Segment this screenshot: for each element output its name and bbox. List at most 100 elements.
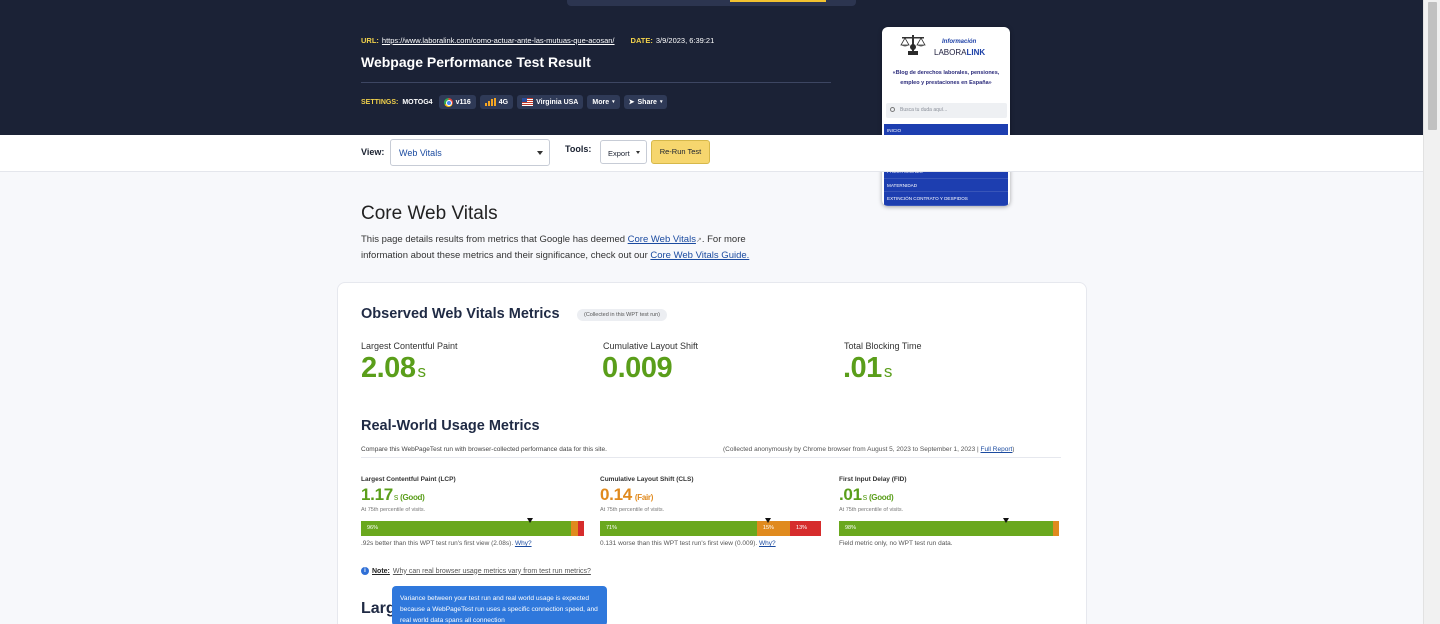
us-flag-icon	[522, 98, 534, 106]
search-placeholder: Busca tu duda aquí...	[900, 107, 948, 113]
tbt-label: Total Blocking Time	[844, 341, 922, 351]
rerun-test-button[interactable]: Re-Run Test	[651, 140, 710, 164]
brand-name-part-b: LINK	[966, 48, 986, 57]
percentile-marker-icon	[1003, 518, 1010, 523]
results-header	[0, 0, 1423, 135]
real-world-divider	[361, 457, 1061, 458]
export-button[interactable]: Export	[600, 140, 647, 164]
note-row: i Note: Why can real browser usage metri…	[361, 567, 591, 575]
location-name: Virginia USA	[536, 98, 579, 106]
distribution-segment: 71%	[600, 521, 757, 536]
chevron-down-icon: ▾	[612, 99, 615, 105]
distribution-segment: 15%	[756, 521, 791, 536]
view-label: View:	[361, 147, 385, 157]
connection-chip: 4G	[479, 95, 514, 109]
percentile-note: At 75th percentile of visits.	[600, 507, 665, 513]
share-button[interactable]: ➤ Share ▾	[623, 95, 668, 109]
view-select[interactable]: Web Vitals	[390, 139, 550, 166]
field-metric-value: 1.17s (Good)	[361, 485, 425, 505]
cls-number: 0.009	[602, 352, 673, 384]
chrome-icon	[443, 97, 453, 107]
more-button[interactable]: More ▾	[587, 95, 620, 109]
cls-label: Cumulative Layout Shift	[603, 341, 699, 351]
full-report-link[interactable]: Full Report	[981, 446, 1013, 453]
test-meta: URL: https://www.laboralink.com/como-actu…	[361, 36, 714, 45]
brand-name: LABORALINK	[934, 48, 985, 57]
export-label: Export	[608, 149, 630, 158]
distribution-segment	[571, 521, 578, 536]
field-metric-unit: s	[862, 492, 868, 502]
lcp-unit: s	[417, 362, 426, 381]
collection-text: (Collected anonymously by Chrome browser…	[723, 446, 981, 453]
test-date: 3/9/2023, 6:39:21	[655, 36, 715, 45]
brand-name-part-a: LABORA	[934, 48, 967, 57]
core-web-vitals-link[interactable]: Core Web Vitals	[628, 234, 696, 245]
title-divider	[361, 82, 831, 83]
browser-chip: v116	[438, 95, 476, 109]
percentile-note: At 75th percentile of visits.	[361, 507, 426, 513]
page-screenshot-thumbnail[interactable]: Información LABORALINK «Blog de derechos…	[882, 27, 1010, 206]
field-metric-unit: s	[393, 492, 399, 502]
brand-tagline: «Blog de derechos laborales, pensiones, …	[892, 70, 1000, 86]
tbt-number: .01	[843, 352, 882, 384]
distribution-segment	[578, 521, 584, 536]
menu-item-label: EXTINCIÓN CONTRATO Y DESPIDOS	[887, 196, 968, 202]
why-link[interactable]: Why?	[515, 540, 532, 547]
tools-label: Tools:	[565, 144, 592, 154]
comparison-text: 0.131 worse than this WPT test run's fir…	[600, 540, 758, 547]
device-name: MOTOG4	[402, 98, 433, 106]
tested-url-link[interactable]: https://www.laboralink.com/como-actuar-a…	[382, 36, 615, 45]
variance-info-link[interactable]: Why can real browser usage metrics vary …	[393, 568, 591, 575]
web-vitals-guide-link[interactable]: Core Web Vitals Guide.	[650, 250, 749, 261]
field-metric-value: 0.14 (Fair)	[600, 485, 653, 505]
lcp-label: Largest Contentful Paint	[361, 341, 458, 351]
cls-value: 0.009	[602, 352, 674, 385]
collection-period: (Collected anonymously by Chrome browser…	[723, 446, 1014, 453]
field-metric-label: Largest Contentful Paint (LCP)	[361, 476, 456, 483]
lcp-number: 2.08	[361, 352, 416, 384]
scrollbar-thumb[interactable]	[1428, 2, 1437, 130]
top-tab	[567, 0, 856, 6]
real-world-title: Real-World Usage Metrics	[361, 418, 540, 434]
comparison-text: .92s better than this WPT test run's fir…	[361, 540, 514, 547]
thumbnail-search: Busca tu duda aquí...	[886, 103, 1007, 118]
tbt-value: .01 s	[843, 352, 892, 385]
distribution-bar: 71% 15% 13%	[600, 521, 821, 536]
browser-version: v116	[455, 98, 471, 106]
caret-down-icon	[537, 151, 543, 155]
field-metric-rating: (Good)	[868, 493, 894, 502]
page-scrollbar[interactable]	[1423, 0, 1440, 624]
why-link[interactable]: Why?	[759, 540, 776, 547]
percentile-note: At 75th percentile of visits.	[839, 507, 904, 513]
field-metric-rating: (Good)	[400, 493, 425, 502]
tbt-unit: s	[883, 362, 893, 381]
view-select-value: Web Vitals	[399, 148, 442, 158]
distribution-segment	[1053, 521, 1059, 536]
menu-item: EXTINCIÓN CONTRATO Y DESPIDOS	[884, 192, 1008, 206]
percentile-marker-icon	[527, 518, 534, 523]
section-description: This page details results from metrics t…	[361, 232, 791, 263]
collection-text-end: )	[1012, 446, 1015, 453]
comparison-note: Field metric only, no WPT test run data.	[839, 540, 953, 547]
distribution-segment: 98%	[839, 521, 1053, 536]
variance-tooltip: Variance between your test run and real …	[392, 586, 607, 624]
observed-metrics-title: Observed Web Vitals Metrics	[361, 306, 560, 322]
distribution-segment: 96%	[361, 521, 572, 536]
field-metric-value: .01s (Good)	[839, 485, 894, 505]
observed-badge: (Collected in this WPT test run)	[577, 309, 668, 321]
send-icon: ➤	[628, 99, 635, 106]
comparison-note: 0.131 worse than this WPT test run's fir…	[600, 540, 776, 547]
view-toolbar	[0, 135, 1423, 172]
field-metric-label: Cumulative Layout Shift (CLS)	[600, 476, 694, 483]
caret-down-icon	[636, 151, 640, 154]
menu-item-label: MATERNIDAD	[887, 182, 918, 188]
connection-type: 4G	[498, 98, 509, 106]
test-settings: SETTINGS: MOTOG4 v116 4G Virginia USA Mo…	[361, 95, 668, 109]
chevron-down-icon: ▾	[659, 99, 663, 105]
date-label: DATE:	[630, 36, 653, 45]
scales-logo-icon	[900, 35, 926, 55]
location-chip: Virginia USA	[517, 95, 584, 109]
brand-info-text: Información	[942, 39, 977, 45]
note-label: Note:	[372, 567, 390, 575]
field-metric-rating: (Fair)	[634, 493, 654, 502]
